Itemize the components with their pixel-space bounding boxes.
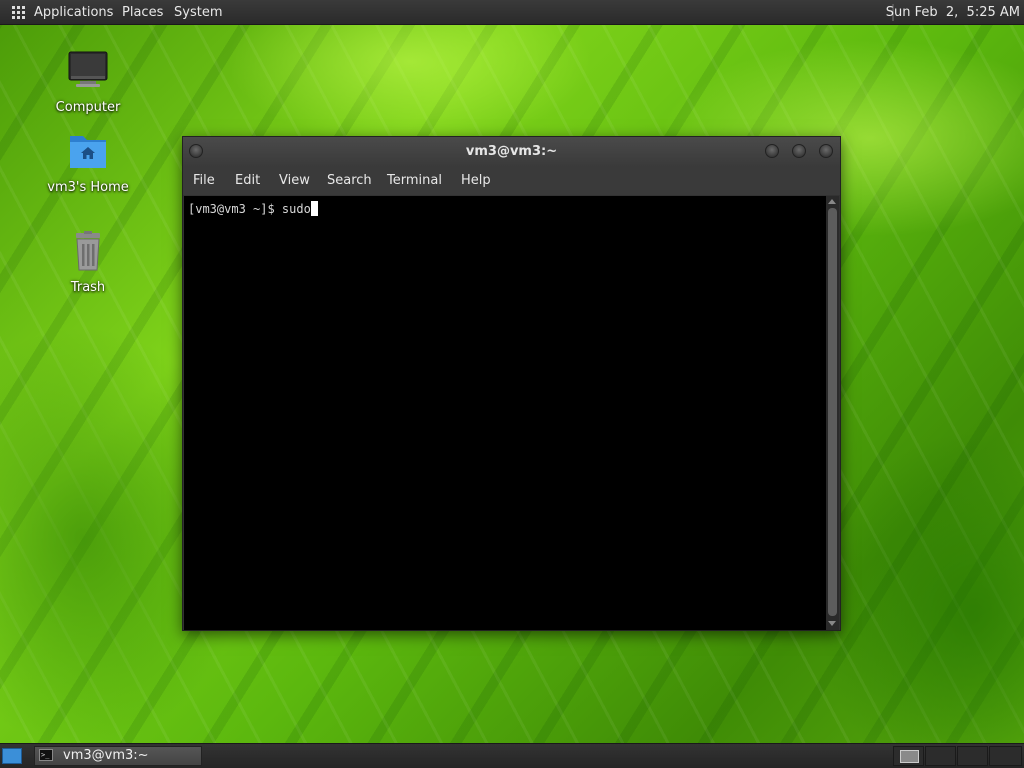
terminal-window[interactable]: vm3@vm3:~ File Edit View Search Terminal… [182,136,841,631]
trash-icon [76,231,100,271]
minimize-button[interactable] [765,144,779,158]
menu-file[interactable]: File [193,167,215,195]
workspace-3[interactable] [957,746,988,766]
text-cursor [310,201,318,216]
menu-help[interactable]: Help [461,167,491,195]
computer-icon [68,51,108,87]
bottom-panel: >_ vm3@vm3:~ [0,743,1024,768]
menu-edit[interactable]: Edit [235,167,260,195]
workspace-4[interactable] [989,746,1022,766]
workspace-1[interactable] [893,746,924,766]
desktop-icon-label: Trash [70,280,106,295]
menu-view[interactable]: View [279,167,310,195]
close-button[interactable] [819,144,833,158]
scroll-up-arrow-icon[interactable] [828,199,836,204]
applications-menu[interactable]: Applications [34,0,113,25]
window-titlebar[interactable]: vm3@vm3:~ [183,137,840,167]
terminal-line: [vm3@vm3 ~]$ sudo [188,201,318,216]
window-title: vm3@vm3:~ [465,144,558,159]
desktop-icon-home[interactable]: vm3's Home [43,130,133,195]
terminal-output[interactable]: [vm3@vm3 ~]$ sudo [184,196,826,630]
terminal-menubar: File Edit View Search Terminal Help [183,167,840,195]
system-menu[interactable]: System [174,0,222,25]
applications-grid-icon[interactable] [12,6,26,20]
shell-prompt: [vm3@vm3 ~]$ [188,202,282,216]
terminal-icon: >_ [39,749,53,761]
scroll-down-arrow-icon[interactable] [828,621,836,626]
taskbar-item-label: vm3@vm3:~ [63,748,149,763]
workspace-2[interactable] [925,746,956,766]
menu-search[interactable]: Search [327,167,372,195]
clock[interactable]: Sun Feb 2, 5:25 AM [876,0,1024,25]
places-menu[interactable]: Places [122,0,163,25]
desktop-icon-trash[interactable]: Trash [43,230,133,295]
desktop-icon-computer[interactable]: Computer [43,50,133,115]
menu-terminal[interactable]: Terminal [387,167,442,195]
taskbar-item-terminal[interactable]: >_ vm3@vm3:~ [34,746,202,766]
terminal-scrollbar[interactable] [826,196,839,630]
typed-command: sudo [281,202,311,216]
desktop-icon-label: Computer [55,100,121,115]
top-panel: Applications Places System Sun Feb 2, 5:… [0,0,1024,25]
maximize-button[interactable] [792,144,806,158]
scrollbar-thumb[interactable] [828,208,837,616]
home-folder-icon [70,136,106,168]
desktop-icon-label: vm3's Home [47,180,129,195]
workspace-window-thumb [900,750,919,763]
show-desktop-button[interactable] [2,748,22,764]
